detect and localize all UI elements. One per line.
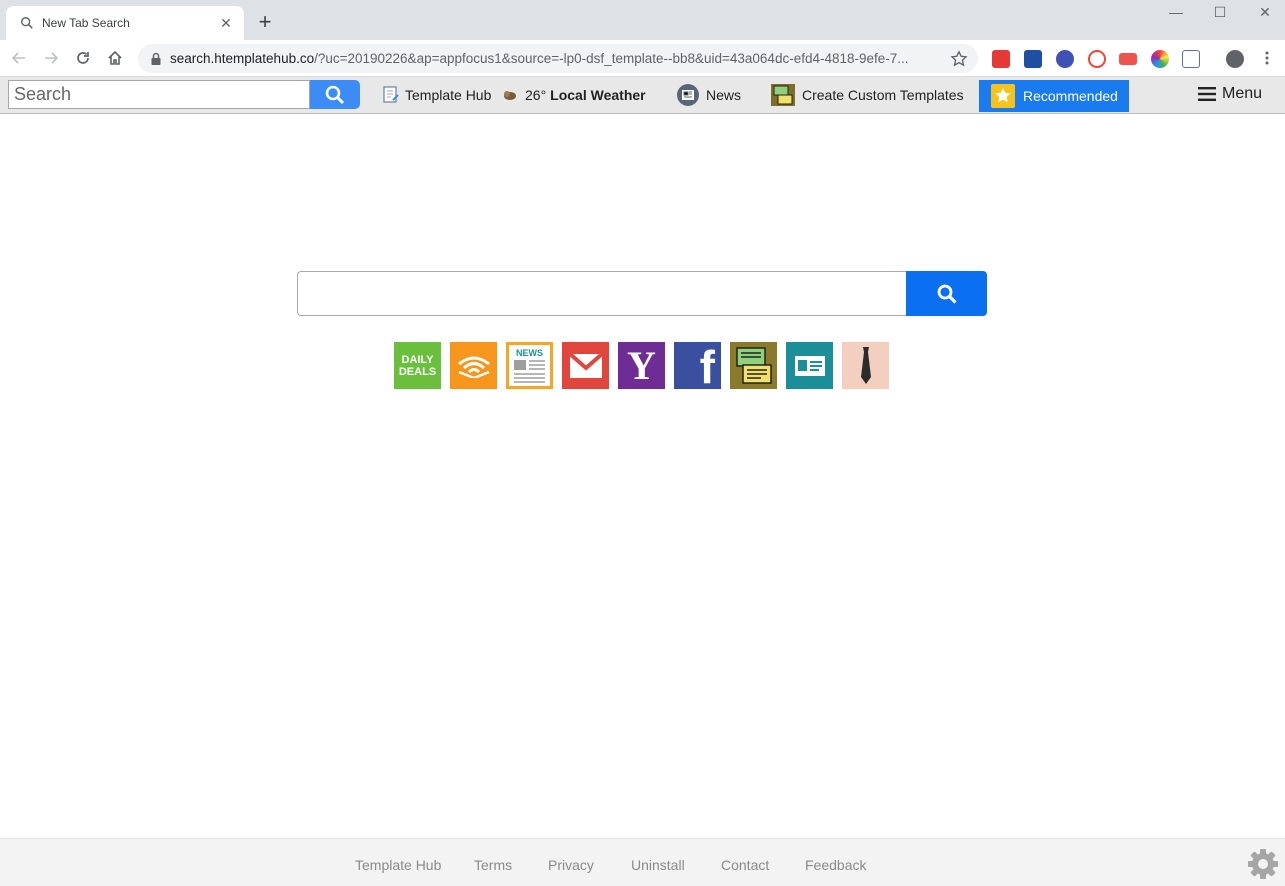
- browser-menu-button[interactable]: [1256, 47, 1278, 69]
- tile-tie[interactable]: [842, 342, 889, 389]
- maximize-button[interactable]: ☐: [1210, 4, 1230, 21]
- speedometer-extension-icon[interactable]: [1088, 50, 1106, 68]
- toolbar-weather[interactable]: 26° Local Weather: [501, 83, 646, 107]
- browser-tab[interactable]: New Tab Search ✕: [6, 6, 244, 40]
- news-label: News: [706, 87, 742, 103]
- search-icon: [937, 284, 957, 304]
- footer-link-terms[interactable]: Terms: [474, 857, 512, 873]
- toolbar-search-input[interactable]: [8, 80, 310, 109]
- globe-extension-icon[interactable]: [1056, 50, 1074, 68]
- footer-link-feedback[interactable]: Feedback: [805, 857, 866, 873]
- tile-daily-deals[interactable]: DAILY DEALS: [394, 342, 441, 389]
- url-path: /?uc=20190226&ap=appfocus1&source=-lp0-d…: [314, 51, 909, 66]
- footer-link-contact[interactable]: Contact: [721, 857, 769, 873]
- bookmark-star-icon[interactable]: [950, 49, 968, 68]
- quick-links: DAILY DEALS NEWS Y f: [394, 342, 889, 389]
- tile-audible[interactable]: [450, 342, 497, 389]
- contact-card-icon: [794, 355, 825, 376]
- hamburger-icon: [1198, 87, 1216, 101]
- home-icon: [108, 50, 122, 65]
- pdf-extension-icon[interactable]: [992, 50, 1010, 68]
- newspaper-icon: [513, 360, 545, 383]
- create-templates-label: Create Custom Templates: [802, 87, 964, 103]
- mail-icon: [568, 352, 603, 378]
- yahoo-letter: Y: [627, 343, 656, 388]
- audible-icon: [457, 356, 490, 378]
- toolbar-template-hub[interactable]: Template Hub: [383, 83, 491, 107]
- address-bar-row: search.htemplatehub.co/?uc=20190226&ap=a…: [0, 40, 1285, 77]
- weather-label: Local Weather: [550, 87, 646, 103]
- omnibox[interactable]: search.htemplatehub.co/?uc=20190226&ap=a…: [138, 44, 978, 73]
- profile-avatar-icon[interactable]: [1226, 50, 1244, 68]
- footer-link-template-hub[interactable]: Template Hub: [355, 857, 441, 873]
- toolbar-news[interactable]: News: [676, 83, 741, 107]
- window-close-button[interactable]: ✕: [1255, 4, 1275, 21]
- search-icon: [21, 17, 33, 29]
- weather-temperature: 26°: [525, 87, 547, 103]
- recommended-label: Recommended: [1023, 88, 1118, 104]
- reload-icon: [77, 52, 89, 64]
- star-icon: [991, 84, 1015, 108]
- weather-cloud-icon: [504, 91, 516, 100]
- template-edit-icon: [383, 86, 399, 103]
- templates-icon: [771, 84, 795, 106]
- url-host: search.htemplatehub.co: [170, 51, 315, 66]
- template-extension-icon[interactable]: [1182, 50, 1200, 68]
- minimize-button[interactable]: —: [1166, 4, 1186, 20]
- gear-icon[interactable]: [1247, 848, 1279, 880]
- facebook-letter: f: [699, 342, 715, 389]
- toolbar-recommended-button[interactable]: Recommended: [979, 80, 1129, 112]
- film-extension-icon[interactable]: [1024, 50, 1042, 68]
- footer-link-uninstall[interactable]: Uninstall: [631, 857, 685, 873]
- footer-link-privacy[interactable]: Privacy: [548, 857, 594, 873]
- main-search-input[interactable]: [297, 271, 907, 316]
- tile-gmail[interactable]: [562, 342, 609, 389]
- toolbar-search-button[interactable]: [310, 80, 360, 109]
- forward-button[interactable]: [40, 47, 62, 69]
- tile-news[interactable]: NEWS: [506, 342, 553, 389]
- necktie-icon: [860, 346, 871, 384]
- tile-contacts[interactable]: [786, 342, 833, 389]
- tab-title: New Tab Search: [42, 16, 130, 30]
- news-tile-label: NEWS: [516, 348, 543, 358]
- new-tab-button[interactable]: +: [254, 11, 276, 33]
- main-search-button[interactable]: [906, 271, 987, 316]
- reload-button[interactable]: [72, 47, 94, 69]
- tile-facebook[interactable]: f: [674, 342, 721, 389]
- color-wheel-extension-icon[interactable]: [1151, 50, 1169, 68]
- arrow-left-icon: [11, 52, 25, 64]
- lock-icon: [151, 52, 161, 65]
- toolbar-create-templates[interactable]: Create Custom Templates: [770, 83, 964, 107]
- browser-titlebar: New Tab Search ✕ + — ☐ ✕: [0, 0, 1285, 40]
- back-button[interactable]: [8, 47, 30, 69]
- search-icon: [325, 85, 345, 104]
- page-footer: Template Hub Terms Privacy Uninstall Con…: [0, 838, 1285, 886]
- templates-icon: [735, 346, 772, 384]
- menu-label: Menu: [1222, 85, 1263, 102]
- toolbar-menu-button[interactable]: Menu: [1198, 85, 1262, 103]
- news-tile-paper: NEWS: [509, 345, 550, 386]
- daily-deals-line1: DAILY: [401, 353, 434, 366]
- home-button[interactable]: [104, 47, 126, 69]
- arrow-right-icon: [45, 52, 59, 64]
- news-icon: [677, 84, 699, 106]
- template-hub-label: Template Hub: [405, 87, 492, 103]
- tab-close-icon[interactable]: ✕: [218, 15, 234, 32]
- more-vertical-icon: [1265, 51, 1269, 65]
- pdf-converter-extension-icon[interactable]: [1119, 53, 1137, 65]
- tile-templates[interactable]: [730, 342, 777, 389]
- url-text: search.htemplatehub.co/?uc=20190226&ap=a…: [170, 51, 944, 66]
- template-hub-toolbar: Template Hub 26° Local Weather News Crea…: [0, 77, 1285, 114]
- tile-yahoo[interactable]: Y: [618, 342, 665, 389]
- daily-deals-line2: DEALS: [398, 365, 437, 378]
